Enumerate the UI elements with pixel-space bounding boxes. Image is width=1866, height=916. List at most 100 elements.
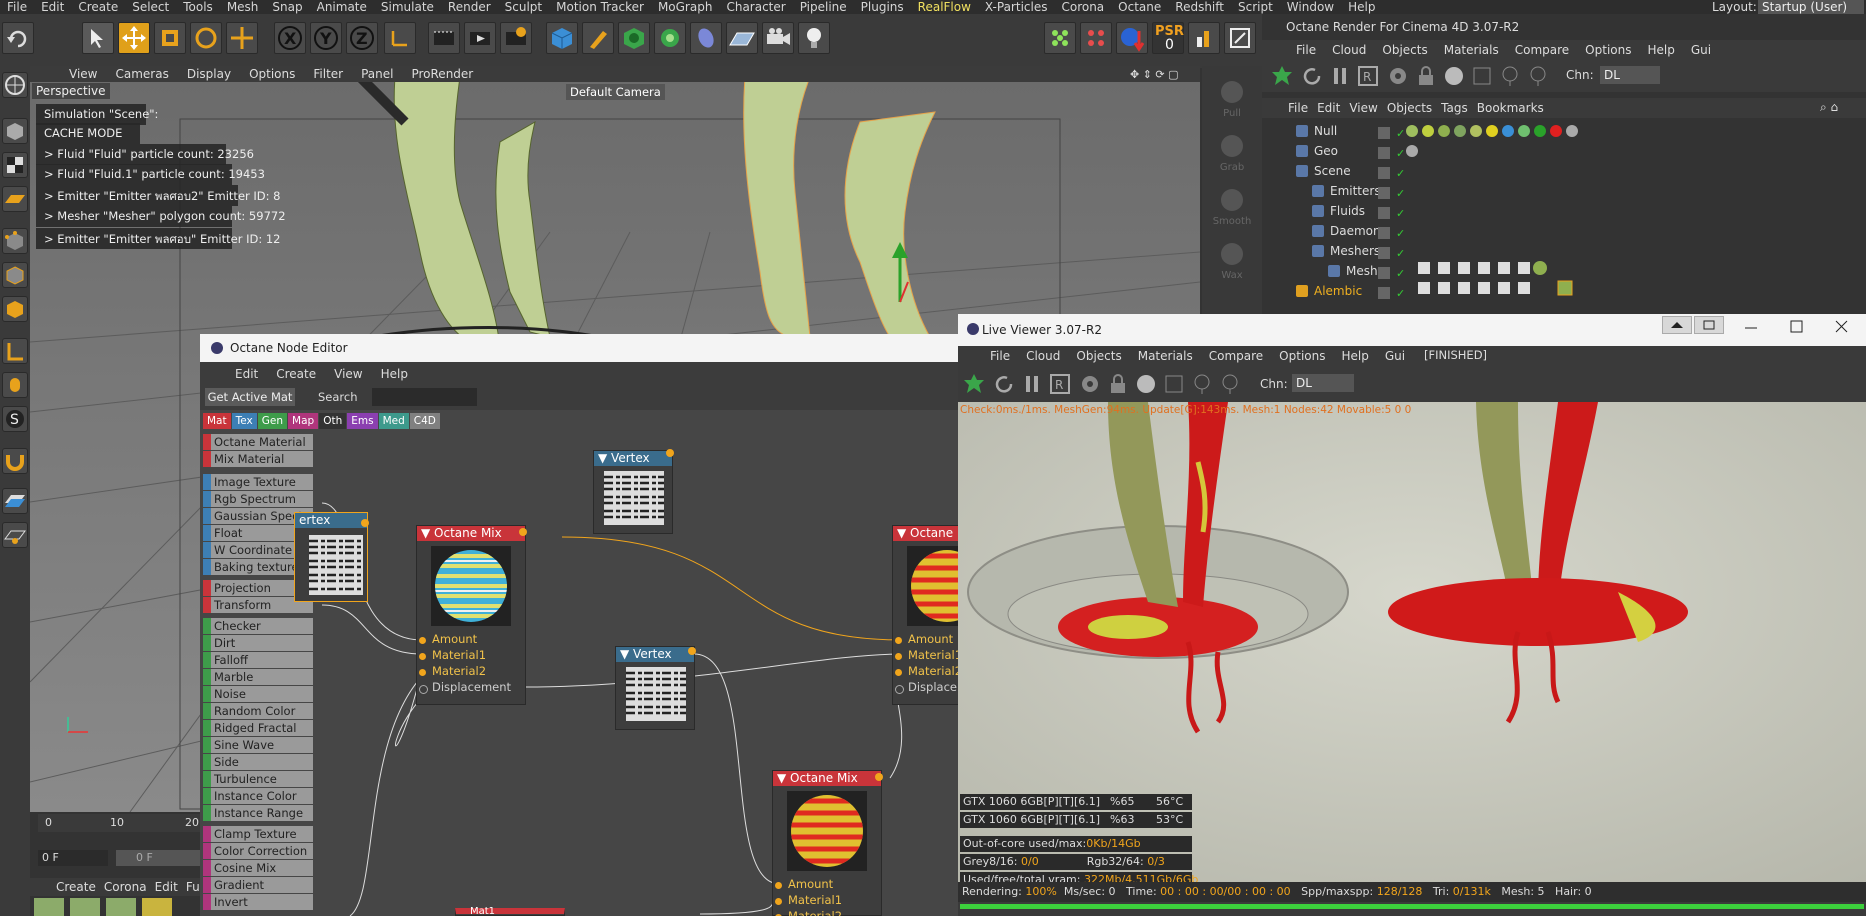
axis-x-button[interactable]: X xyxy=(274,22,306,54)
node-editor-menu-view[interactable]: View xyxy=(325,367,371,381)
palette-item[interactable]: Gradient xyxy=(203,877,313,893)
octane-restart-icon[interactable] xyxy=(1300,64,1324,88)
menu-plugins[interactable]: Plugins xyxy=(854,0,911,14)
subdivision-button[interactable] xyxy=(618,22,650,54)
palette-item[interactable]: Falloff xyxy=(203,652,313,668)
palette-item[interactable]: Mix Material xyxy=(203,451,313,467)
pen-spline-button[interactable] xyxy=(582,22,614,54)
menu-render[interactable]: Render xyxy=(441,0,498,14)
vertex-node-b[interactable]: ▼ Vertex xyxy=(615,646,696,730)
menu-corona[interactable]: Corona xyxy=(1054,0,1111,14)
octane-pin2-icon[interactable] xyxy=(1526,64,1550,88)
palette-item[interactable]: Instance Color xyxy=(203,788,313,804)
undo-button[interactable] xyxy=(2,22,34,54)
object-manager-menu-file[interactable]: File xyxy=(1288,101,1317,115)
palette-item[interactable]: Instance Range xyxy=(203,805,313,821)
octane-mix-node-2[interactable]: ▼ Octane M Amount Material1 Material2 Di… xyxy=(892,525,968,705)
menu-simulate[interactable]: Simulate xyxy=(374,0,441,14)
palette-item[interactable]: Rgb Spectrum xyxy=(203,491,313,507)
palette-item[interactable]: Clamp Texture xyxy=(203,826,313,842)
live-viewer-menu-file[interactable]: File xyxy=(982,349,1018,363)
menu-sculpt[interactable]: Sculpt xyxy=(498,0,549,14)
lv-sphere-icon[interactable] xyxy=(1134,372,1158,396)
points-mode-icon[interactable] xyxy=(2,228,28,254)
menu-window[interactable]: Window xyxy=(1280,0,1341,14)
menu-pipeline[interactable]: Pipeline xyxy=(793,0,854,14)
viewport-menu-display[interactable]: Display xyxy=(178,67,240,81)
menu-edit[interactable]: Edit xyxy=(34,0,71,14)
coordinate-system-button[interactable] xyxy=(384,22,416,54)
menu-redshift[interactable]: Redshift xyxy=(1168,0,1231,14)
current-frame-field[interactable]: 0 F xyxy=(38,850,108,866)
palette-item[interactable]: Sine Wave xyxy=(203,737,313,753)
minimize-button[interactable] xyxy=(1742,320,1760,334)
octane-menu-file[interactable]: File xyxy=(1288,43,1324,57)
render-view-button[interactable] xyxy=(428,22,460,54)
axis-mode-icon[interactable] xyxy=(2,338,28,364)
octane-sphere-icon[interactable] xyxy=(1442,64,1466,88)
node-output-port[interactable] xyxy=(666,449,674,457)
material-menu-item[interactable]: Corona xyxy=(104,880,155,894)
octane-chn-select[interactable]: DL xyxy=(1600,66,1660,84)
tweak-mode-icon[interactable] xyxy=(2,372,28,398)
palette-item[interactable]: Invert xyxy=(203,894,313,910)
node-tab-ems[interactable]: Ems xyxy=(347,413,378,429)
viewport-menu-panel[interactable]: Panel xyxy=(352,67,402,81)
lv-chn-select[interactable]: DL xyxy=(1292,374,1354,392)
object-row[interactable]: Mesher ✓ xyxy=(1268,264,1408,284)
visibility-toggle[interactable] xyxy=(1378,247,1390,259)
axis-z-button[interactable]: Z xyxy=(346,22,378,54)
model-mode-icon[interactable] xyxy=(2,118,28,144)
octane-settings-icon[interactable] xyxy=(1386,64,1410,88)
octane-menu-compare[interactable]: Compare xyxy=(1507,43,1577,57)
menu-create[interactable]: Create xyxy=(71,0,125,14)
palette-item[interactable]: Noise xyxy=(203,686,313,702)
realflow-scene-button[interactable] xyxy=(1044,22,1076,54)
lv-pause-icon[interactable] xyxy=(1020,372,1044,396)
magnet-icon[interactable] xyxy=(2,448,28,474)
amount-port[interactable]: Amount xyxy=(893,632,953,646)
palette-item[interactable]: Cosine Mix xyxy=(203,860,313,876)
object-row[interactable]: Fluids ✓ xyxy=(1268,204,1408,224)
render-canvas[interactable] xyxy=(958,402,1866,882)
octane-region-icon[interactable]: R xyxy=(1356,64,1380,88)
octane-mix-node-1[interactable]: ▼ Octane Mix Amount Material1 Material2 … xyxy=(416,525,527,705)
octane-menu-cloud[interactable]: Cloud xyxy=(1324,43,1374,57)
octane-menu-materials[interactable]: Materials xyxy=(1436,43,1507,57)
material-menu-item[interactable]: Create xyxy=(56,880,104,894)
viewport-menu-options[interactable]: Options xyxy=(240,67,304,81)
palette-item[interactable]: Octane Material xyxy=(203,434,313,450)
material-thumbnail[interactable] xyxy=(106,898,136,916)
visibility-toggle[interactable] xyxy=(1378,227,1390,239)
render-settings-button[interactable] xyxy=(500,22,532,54)
displacement-port[interactable]: Displacement xyxy=(417,680,511,694)
texture-mode-icon[interactable] xyxy=(2,152,28,178)
wax-tool[interactable]: Wax xyxy=(1216,238,1248,288)
render-to-picture-viewer-button[interactable] xyxy=(464,22,496,54)
palette-item[interactable]: Image Texture xyxy=(203,474,313,490)
octane-pin-icon[interactable] xyxy=(1498,64,1522,88)
menu-select[interactable]: Select xyxy=(125,0,176,14)
node-editor-menu-edit[interactable]: Edit xyxy=(226,367,267,381)
live-viewer-menu-options[interactable]: Options xyxy=(1271,349,1333,363)
node-tab-med[interactable]: Med xyxy=(378,413,409,429)
live-viewer-titlebar[interactable]: Live Viewer 3.07-R2 xyxy=(958,314,1866,346)
octane-frame-icon[interactable] xyxy=(1470,64,1494,88)
octane-menu-gui[interactable]: Gui xyxy=(1683,43,1719,57)
material1-port[interactable]: Material1 xyxy=(893,648,962,662)
node-tab-c4d[interactable]: C4D xyxy=(409,413,440,429)
menu-octane[interactable]: Octane xyxy=(1111,0,1168,14)
snapping-icon[interactable]: S xyxy=(2,406,28,432)
visibility-toggle[interactable] xyxy=(1378,287,1390,299)
octane-menu-help[interactable]: Help xyxy=(1639,43,1682,57)
lv-frame-icon[interactable] xyxy=(1162,372,1186,396)
lv-pin-icon[interactable] xyxy=(1190,372,1214,396)
viewport-menu-prorender[interactable]: ProRender xyxy=(402,67,482,81)
viewport-menu-cameras[interactable]: Cameras xyxy=(106,67,177,81)
menu-animate[interactable]: Animate xyxy=(310,0,374,14)
lv-restart-icon[interactable] xyxy=(992,372,1016,396)
node-search-input[interactable] xyxy=(372,388,477,406)
menu-character[interactable]: Character xyxy=(719,0,792,14)
vertex-node-c[interactable]: ertex xyxy=(294,512,369,602)
lv-pin2-icon[interactable] xyxy=(1218,372,1242,396)
